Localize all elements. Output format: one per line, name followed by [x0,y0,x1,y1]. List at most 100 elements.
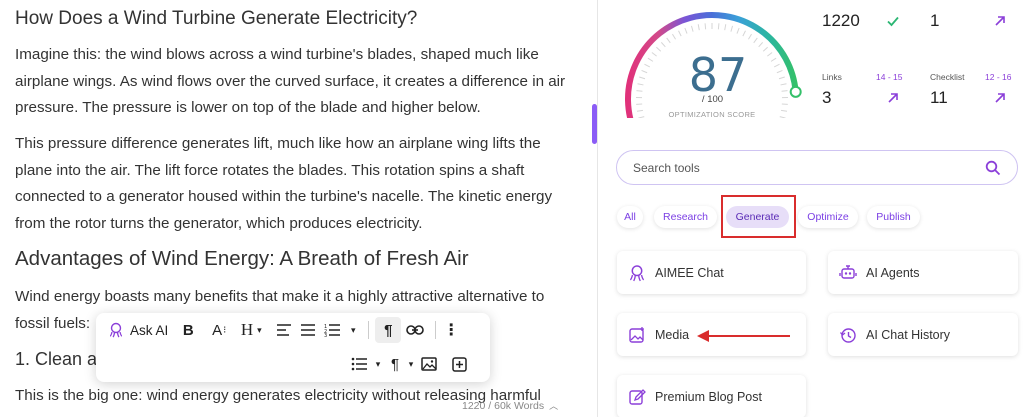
optimization-score-denominator: / 100 [701,94,724,105]
gauge-tick [773,63,780,68]
search-icon[interactable] [985,160,1001,176]
gauge-tick [638,116,645,118]
pilcrow-icon: ¶ [384,321,393,339]
gauge-tick [778,76,785,80]
chevron-up-icon: ︿ [549,401,559,411]
gauge-tick [639,76,646,80]
gauge-tick [666,37,671,44]
heading-letter: H [240,320,254,339]
gauge-tick [770,57,777,62]
tool-card-premium-blog-post[interactable]: Premium Blog Post [617,375,806,417]
gauge-tick [672,33,676,40]
svg-text:3: 3 [324,333,327,337]
gauge-knob [789,85,802,98]
links-metric-value: 3 [822,88,832,107]
gauge-tick [647,57,654,62]
gauge-tick [690,25,694,32]
annotation-highlight-box [721,195,796,238]
word-count[interactable]: 1220 / 60k Words ︿ [462,399,558,412]
gauge-tick [644,63,651,68]
bold-button[interactable]: B [176,317,200,343]
gauge-tick [730,25,734,32]
ask-ai-button[interactable]: Ask AI [108,317,176,343]
gauge-tick [776,70,783,74]
gauge-tick [780,83,787,86]
tool-card-label: AI Agents [866,265,920,280]
gauge-tick [780,109,788,112]
gauge-tick [660,42,666,48]
headings-metric-value: 1 [930,11,940,30]
words-metric-value: 1220 [822,11,860,30]
editor-pane[interactable]: How Does a Wind Turbine Generate Electri… [0,0,597,417]
gauge-tick [736,27,740,34]
toolbar-separator [435,321,437,339]
arrow-up-right-icon [888,93,898,103]
gauge-tick [758,42,764,48]
paragraph-2: This pressure difference generates lift,… [15,135,553,232]
floating-format-toolbar: Ask AI B A ⁝ H ▾ 123 ▾ ¶ ⋮ ▾ ¶ ▾ [96,313,490,382]
bullet-list-icon[interactable] [296,317,320,343]
pilcrow-icon[interactable]: ¶ [386,351,404,377]
filter-chip-optimize[interactable]: Optimize [798,206,858,228]
toolbar-separator [368,321,370,339]
filter-chip-publish[interactable]: Publish [867,206,920,228]
gauge-tick [748,33,752,40]
gauge-tick [742,30,746,37]
gauge-tick [697,24,700,31]
gauge-tick [767,52,773,57]
paragraph-mark-button[interactable]: ¶ [375,317,402,343]
filter-chip-all[interactable]: All [617,206,643,228]
tool-card-ai-agents[interactable]: AI Agents [828,251,1018,294]
heading-dropdown[interactable]: H ▾ [234,317,268,343]
links-label: Links [822,72,842,82]
caret-icon: ⁝ [223,324,227,336]
font-size-button[interactable]: A ⁝ [206,317,232,343]
gauge-tick [641,70,648,74]
chevron-down-icon[interactable]: ▾ [404,351,418,377]
checklist-range: 12 - 16 [985,72,1012,82]
optimization-score-label: OPTIMIZATION SCORE [668,110,756,119]
tool-card-aimee-chat[interactable]: AIMEE Chat [617,251,806,294]
image-sparkle-icon [627,325,647,345]
filter-chip-research[interactable]: Research [654,206,717,228]
checklist-metric-value: 11 [930,88,948,107]
gauge-tick [753,37,758,44]
heading-advantages: Advantages of Wind Energy: A Breath of F… [15,247,469,270]
bullets-icon[interactable] [348,351,370,377]
toolbar-row-2: ▾ ¶ ▾ [348,349,472,379]
add-block-icon[interactable] [446,351,472,377]
numbered-list-icon[interactable]: 123 [320,317,344,343]
search-tools-box[interactable] [616,150,1018,185]
tool-card-label: AI Chat History [866,327,951,342]
link-icon[interactable] [401,317,429,343]
font-size-letter: A [212,321,223,339]
checklist-label: Checklist [930,72,965,82]
chevron-down-icon: ▾ [257,324,262,335]
arrow-up-right-icon [995,93,1005,103]
align-left-icon[interactable] [272,317,296,343]
toolbar-row-1: Ask AI B A ⁝ H ▾ 123 ▾ ¶ ⋮ [108,315,460,345]
paragraph-1: Imagine this: the wind blows across a wi… [15,46,566,116]
gauge-tick [637,83,644,86]
heading-clean: 1. Clean a [15,349,98,369]
chevron-down-icon[interactable]: ▾ [370,351,386,377]
check-icon [887,16,899,27]
gauge-tick [636,109,644,112]
gauge-tick [684,27,688,34]
arrow-up-right-icon [995,16,1005,26]
gauge-tick [651,52,657,57]
history-icon [838,325,858,345]
tool-card-label: Premium Blog Post [655,389,762,404]
gauge-tick [656,46,662,52]
tool-card-label: Media [655,327,690,342]
image-icon[interactable] [418,351,440,377]
chevron-down-icon[interactable]: ▾ [344,317,362,343]
octopus-icon [109,322,123,338]
robot-icon [838,263,858,283]
tool-card-ai-chat-history[interactable]: AI Chat History [828,313,1018,356]
search-tools-input[interactable] [633,159,973,177]
more-vertical-icon[interactable]: ⋮ [442,317,460,343]
annotation-arrow-icon [697,330,790,342]
gauge-tick [762,46,768,52]
gauge-tick [724,24,727,31]
